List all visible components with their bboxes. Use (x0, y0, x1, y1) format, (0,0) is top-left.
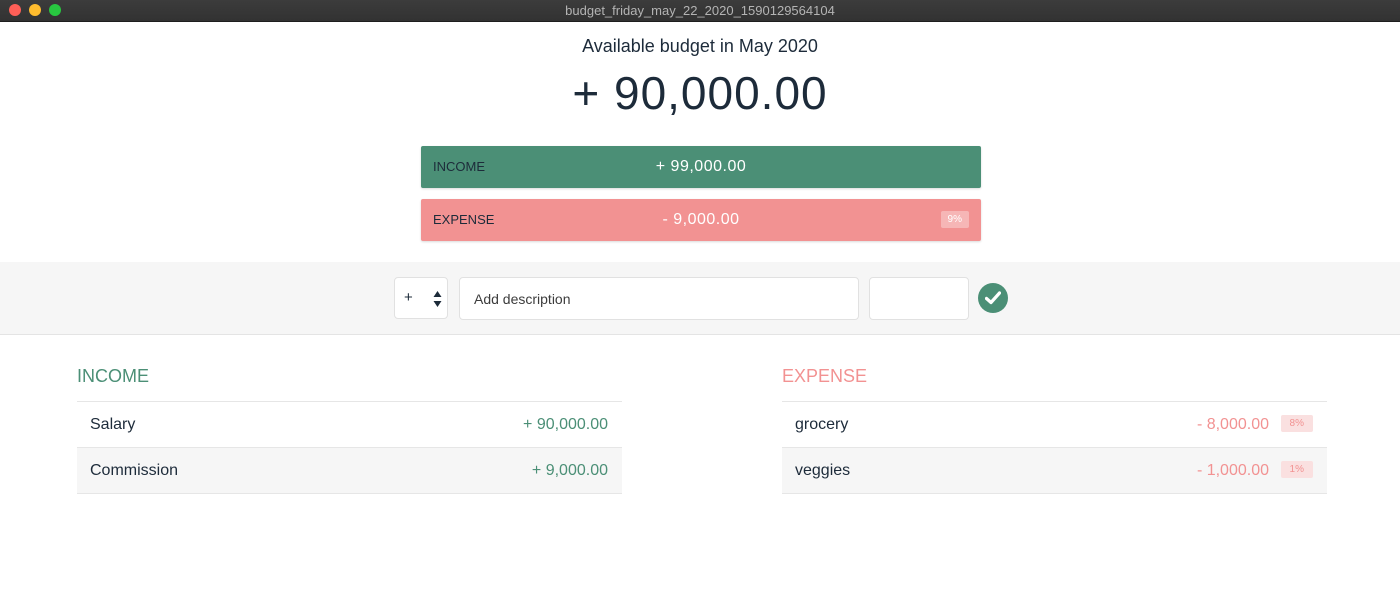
expense-summary: EXPENSE - 9,000.00 9% (421, 199, 981, 241)
type-select-value: + (404, 289, 413, 306)
expense-item-description: veggies (795, 462, 851, 479)
income-item-description: Commission (90, 462, 179, 479)
income-item-value: + 9,000.00 (531, 462, 608, 479)
expense-row[interactable]: veggies - 1,000.00 1% (782, 448, 1327, 494)
budget-value: + 90,000.00 (572, 67, 828, 119)
income-item-description: Salary (90, 416, 136, 433)
add-item-bar: + (0, 262, 1400, 335)
expense-list-title: EXPENSE (782, 366, 868, 386)
expense-item-percentage: 1% (1280, 461, 1313, 478)
expense-row[interactable]: grocery - 8,000.00 8% (782, 402, 1327, 448)
income-summary-value: + 99,000.00 (655, 158, 747, 175)
income-rows: Salary + 90,000.00 Commission + 9,000.00 (77, 401, 622, 494)
expense-item-description: grocery (795, 416, 849, 433)
expense-rows: grocery - 8,000.00 8% veggies - 1,000.00… (782, 401, 1327, 494)
title-bar: budget_friday_may_22_2020_1590129564104 (0, 0, 1400, 22)
income-row[interactable]: Commission + 9,000.00 (77, 448, 622, 494)
budget-header: Available budget in May 2020 + 90,000.00… (0, 22, 1400, 262)
submit-button[interactable] (978, 283, 1008, 313)
window-title: budget_friday_may_22_2020_1590129564104 (565, 3, 835, 18)
expense-item-percentage: 8% (1280, 415, 1313, 432)
expense-summary-value: - 9,000.00 (662, 211, 740, 228)
app-window: budget_friday_may_22_2020_1590129564104 … (0, 0, 1400, 601)
expense-summary-percentage: 9% (940, 211, 969, 228)
expense-item-value: - 8,000.00 (1196, 416, 1269, 433)
description-input[interactable] (459, 277, 859, 320)
type-select[interactable]: + (394, 277, 448, 319)
income-summary: INCOME + 99,000.00 (421, 146, 981, 188)
income-item-value: + 90,000.00 (523, 416, 608, 433)
budget-title: Available budget in May 2020 (582, 36, 818, 56)
value-input[interactable] (869, 277, 969, 320)
select-arrows-icon (433, 291, 442, 307)
check-circle-icon (985, 291, 1001, 305)
income-list-title: INCOME (77, 366, 149, 386)
expense-item-value: - 1,000.00 (1196, 462, 1269, 479)
income-row[interactable]: Salary + 90,000.00 (77, 402, 622, 448)
